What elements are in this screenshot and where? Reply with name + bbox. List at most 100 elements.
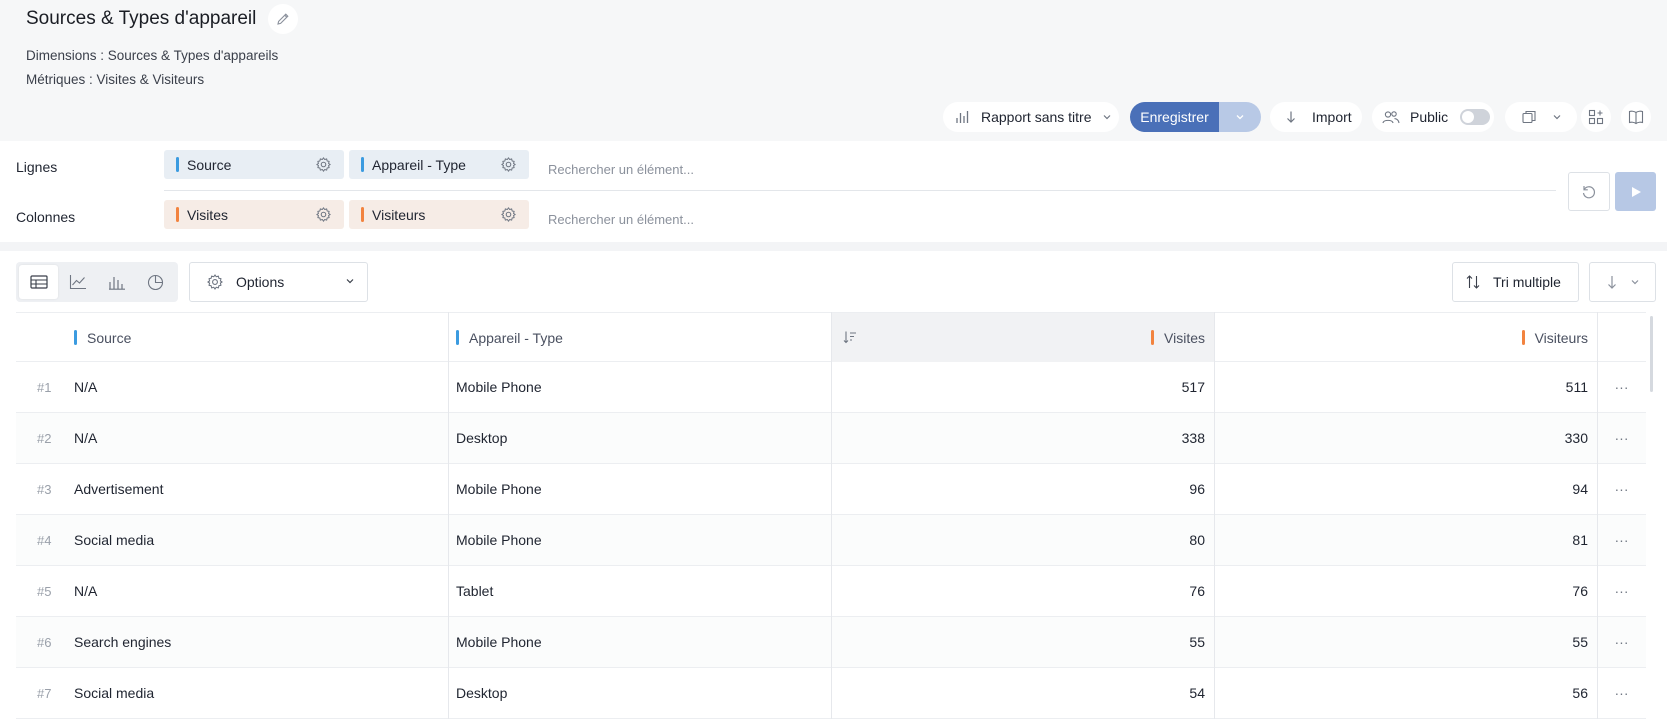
row-chip-device-type[interactable]: Appareil - Type <box>349 150 529 179</box>
row-chip-source[interactable]: Source <box>164 150 344 179</box>
cell-visitors: 94 <box>1572 481 1588 497</box>
import-label: Import <box>1312 109 1352 125</box>
column-header-device-type[interactable]: Appareil - Type <box>456 313 563 362</box>
play-icon <box>1631 186 1641 197</box>
column-header-source[interactable]: Source <box>74 313 131 362</box>
save-button-group: Enregistrer <box>1130 102 1261 132</box>
report-header: Sources & Types d'appareil Dimensions : … <box>0 0 1667 141</box>
bar-chart-icon <box>956 111 969 123</box>
column-header-label: Visiteurs <box>1534 329 1588 346</box>
report-select[interactable]: Rapport sans titre <box>943 102 1119 132</box>
column-header-visits[interactable]: Visites <box>831 313 1214 362</box>
bar-chart-view-button[interactable] <box>97 265 136 299</box>
pie-chart-icon <box>147 274 164 290</box>
chip-label: Visiteurs <box>372 206 426 223</box>
row-rank: #3 <box>37 481 52 497</box>
save-options-button[interactable] <box>1219 102 1261 132</box>
cell-device-type: Mobile Phone <box>456 481 542 497</box>
rows-label: Lignes <box>16 159 58 175</box>
cell-device-type: Tablet <box>456 583 494 599</box>
gear-icon[interactable] <box>315 156 332 173</box>
cell-visitors: 76 <box>1572 583 1588 599</box>
public-toggle[interactable] <box>1460 109 1491 125</box>
cell-source: Search engines <box>74 634 172 650</box>
import-button[interactable]: Import <box>1270 102 1362 132</box>
bar-chart-icon <box>108 277 125 290</box>
chevron-down-icon <box>1103 115 1110 120</box>
cell-source: N/A <box>74 379 98 395</box>
multi-sort-button[interactable]: Tri multiple <box>1452 262 1579 302</box>
undo-icon <box>1582 185 1595 198</box>
users-icon <box>1382 111 1400 124</box>
reset-button[interactable] <box>1568 172 1610 211</box>
column-header-visitors[interactable]: Visiteurs <box>1214 313 1597 362</box>
chevron-down-icon <box>1236 115 1244 120</box>
table-view-button[interactable] <box>19 265 58 299</box>
pencil-icon <box>277 13 289 25</box>
gear-icon[interactable] <box>500 156 517 173</box>
cell-source: N/A <box>74 430 98 446</box>
cell-visitors: 56 <box>1572 685 1588 701</box>
column-divider <box>448 312 449 719</box>
row-menu-button[interactable]: ··· <box>1597 515 1646 565</box>
row-menu-button[interactable]: ··· <box>1597 566 1646 616</box>
cell-device-type: Mobile Phone <box>456 532 542 548</box>
row-menu-button[interactable]: ··· <box>1597 464 1646 514</box>
gear-icon[interactable] <box>315 206 332 223</box>
cell-device-type: Desktop <box>456 685 508 701</box>
row-menu-button[interactable]: ··· <box>1597 362 1646 412</box>
cell-source: N/A <box>74 583 98 599</box>
chevron-down-icon <box>346 279 354 284</box>
export-button[interactable] <box>1589 262 1656 302</box>
cell-source: Social media <box>74 532 155 548</box>
table-scrollbar[interactable] <box>1650 316 1653 392</box>
row-menu-button[interactable]: ··· <box>1597 413 1646 463</box>
columns-search-input[interactable] <box>548 212 1448 227</box>
pie-chart-view-button[interactable] <box>136 265 175 299</box>
dimensions-summary: Dimensions : Sources & Types d'appareils <box>26 48 279 63</box>
copy-icon <box>1521 110 1536 124</box>
column-divider <box>1214 312 1215 719</box>
rows-search-input[interactable] <box>548 162 1448 177</box>
run-button[interactable] <box>1615 172 1656 211</box>
save-button[interactable]: Enregistrer <box>1130 102 1219 132</box>
row-menu-button[interactable]: ··· <box>1597 617 1646 667</box>
add-widget-button[interactable] <box>1581 102 1611 132</box>
column-chip-visits[interactable]: Visites <box>164 200 344 229</box>
edit-title-button[interactable] <box>268 4 298 34</box>
cell-visitors: 511 <box>1565 379 1588 395</box>
chevron-down-icon <box>1553 115 1560 120</box>
options-label: Options <box>236 274 285 290</box>
metrics-summary: Métriques : Visites & Visiteurs <box>26 72 205 87</box>
column-chip-visitors[interactable]: Visiteurs <box>349 200 529 229</box>
cell-source: Social media <box>74 685 155 701</box>
chip-label: Visites <box>187 206 228 223</box>
gear-icon <box>207 274 223 290</box>
line-chart-icon <box>69 275 86 290</box>
cell-visitors: 55 <box>1572 634 1588 650</box>
line-chart-view-button[interactable] <box>58 265 97 299</box>
row-rank: #5 <box>37 583 52 599</box>
gear-icon[interactable] <box>500 206 517 223</box>
row-rank: #6 <box>37 634 52 650</box>
options-dropdown[interactable]: Options <box>189 262 368 302</box>
cell-visits: 76 <box>1189 583 1205 599</box>
sort-descending-icon <box>843 331 856 344</box>
arrow-down-icon <box>1287 111 1295 123</box>
cell-visits: 55 <box>1189 634 1205 650</box>
column-divider <box>1597 312 1598 719</box>
columns-label: Colonnes <box>16 209 76 225</box>
cell-source: Advertisement <box>74 481 164 497</box>
cell-device-type: Mobile Phone <box>456 379 542 395</box>
duplicate-menu[interactable] <box>1505 102 1577 132</box>
view-switcher <box>16 262 178 302</box>
sort-icon <box>1466 275 1480 289</box>
documentation-button[interactable] <box>1621 102 1651 132</box>
builder-divider <box>164 190 1556 191</box>
chevron-down-icon <box>1631 280 1639 285</box>
row-menu-button[interactable]: ··· <box>1597 668 1646 718</box>
report-select-label: Rapport sans titre <box>981 109 1092 125</box>
arrow-down-icon <box>1608 276 1617 289</box>
column-header-label: Appareil - Type <box>469 329 563 346</box>
book-icon <box>1628 110 1644 125</box>
